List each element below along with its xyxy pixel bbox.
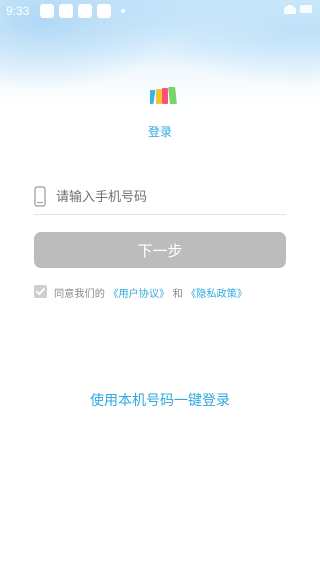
status-bar: 9:33: [0, 0, 320, 24]
notification-icon-3: [78, 4, 92, 18]
phone-icon: [34, 186, 46, 207]
privacy-policy-link[interactable]: 《隐私政策》: [186, 289, 247, 300]
notification-dot-icon: [121, 9, 125, 13]
user-agreement-link[interactable]: 《用户协议》: [108, 289, 169, 300]
battery-icon: [300, 5, 312, 13]
app-logo-icon: [147, 86, 177, 104]
page-title: 登录: [147, 125, 172, 139]
notification-icon-1: [40, 4, 54, 18]
phone-input-row: [34, 184, 286, 215]
one-key-login-link[interactable]: 使用本机号码一键登录: [0, 390, 320, 410]
agreement-checkbox[interactable]: [34, 285, 47, 298]
agreement-row: 同意我们的 《用户协议》 和 《隐私政策》: [34, 284, 286, 300]
agreement-prefix: 同意我们的: [54, 289, 105, 300]
notification-icon-2: [59, 4, 73, 18]
notification-icon-4: [97, 4, 111, 18]
wifi-icon: [284, 5, 296, 14]
status-time: 9:33: [6, 4, 30, 18]
next-step-button[interactable]: 下一步: [34, 232, 286, 268]
phone-number-input[interactable]: [56, 186, 276, 208]
agreement-text: 同意我们的 《用户协议》 和 《隐私政策》: [54, 285, 247, 300]
agreement-and: 和: [172, 289, 183, 300]
